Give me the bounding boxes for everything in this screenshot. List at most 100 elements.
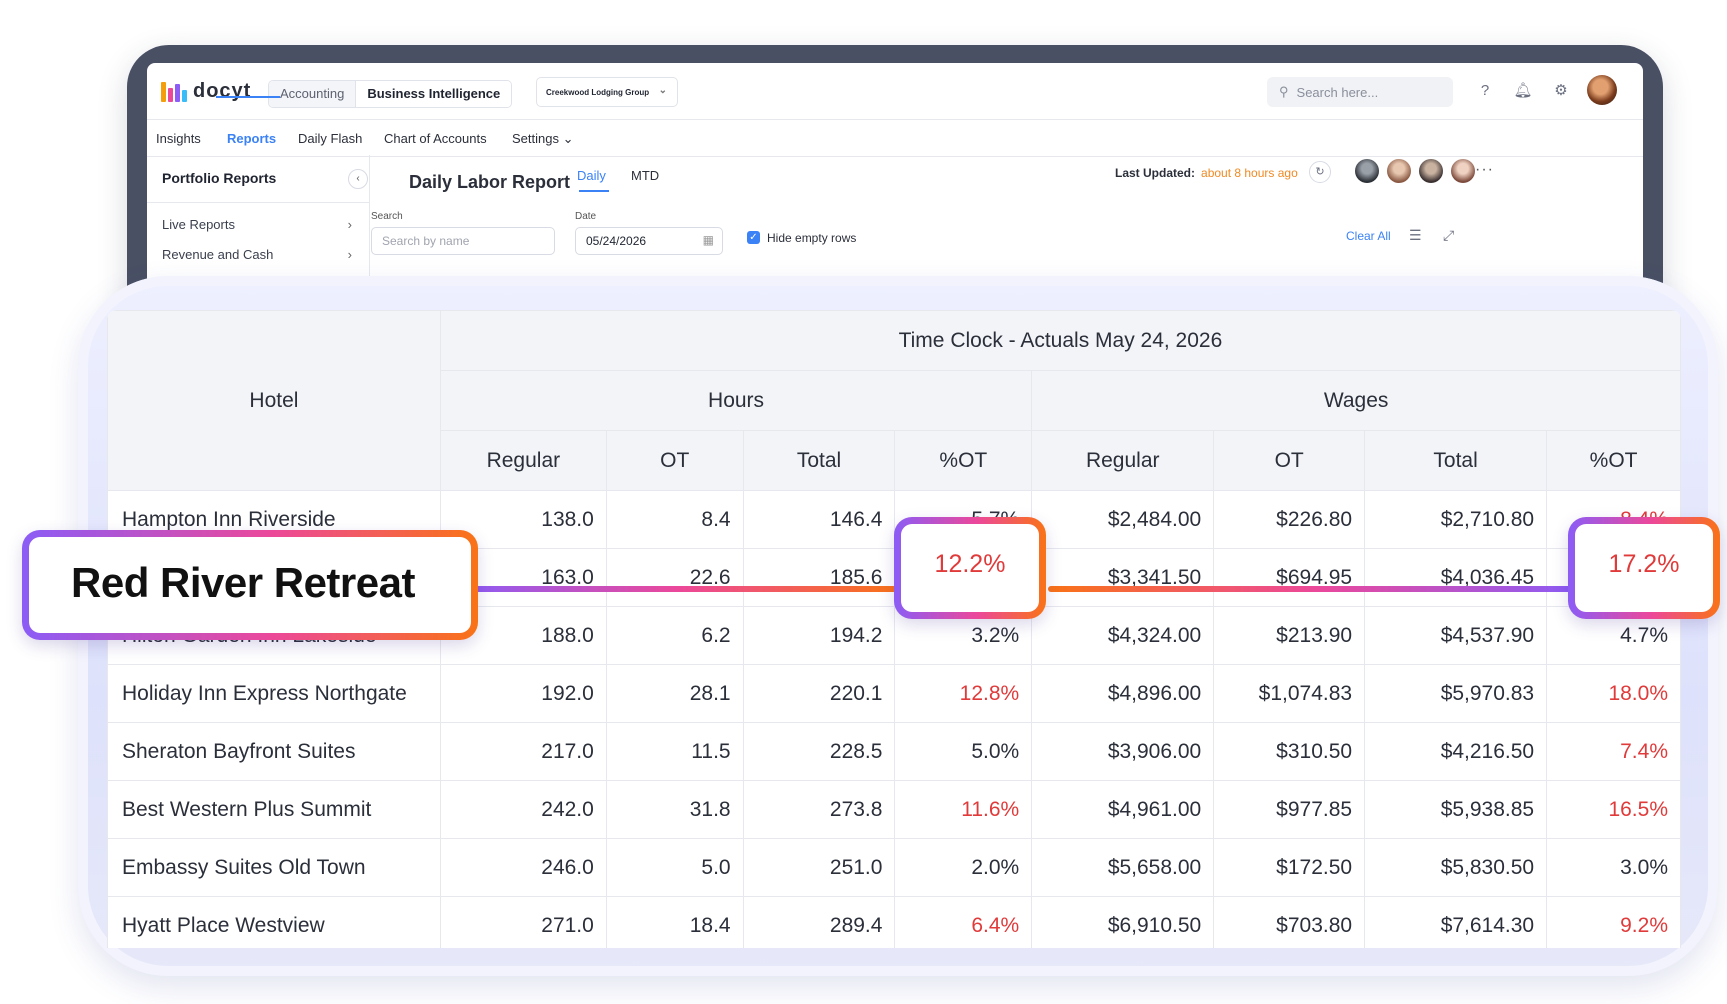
table-cell: 271.0 (439, 896, 607, 948)
table-cell: 289.4 (742, 896, 896, 948)
search-icon: ⚲ (1279, 84, 1289, 99)
table-cell: $4,537.90 (1364, 606, 1548, 665)
logo-mark-icon (161, 81, 187, 102)
table-cell: 194.2 (742, 606, 896, 665)
hours-pct-ot-header: %OT (894, 430, 1033, 491)
table-cell: 28.1 (605, 664, 744, 723)
sidebar-item-live-reports[interactable]: Live Reports › (162, 217, 352, 232)
table-cell: $3,341.50 (1031, 548, 1215, 607)
clear-all-link[interactable]: Clear All (1346, 229, 1391, 243)
table-cell: 18.4 (605, 896, 744, 948)
hotel-name-cell: Holiday Inn Express Northgate (107, 664, 441, 723)
table-cell: $4,896.00 (1031, 664, 1215, 723)
table-cell: 5.0 (605, 838, 744, 897)
last-updated-value: about 8 hours ago (1201, 166, 1298, 180)
global-search[interactable]: ⚲ Search here... (1267, 77, 1453, 107)
hotel-column-header: Hotel (107, 310, 441, 491)
highlighted-hotel-name: Red River Retreat (71, 559, 415, 606)
table-cell: $4,036.45 (1364, 548, 1548, 607)
table-cell: $694.95 (1213, 548, 1366, 607)
bell-icon[interactable]: 🔔︎ (1513, 81, 1533, 101)
table-cell: 3.0% (1546, 838, 1681, 897)
user-avatar[interactable] (1387, 159, 1411, 183)
wages-group-header: Wages (1031, 370, 1681, 431)
more-options-icon[interactable]: ··· (1475, 161, 1494, 179)
hide-empty-rows-label: Hide empty rows (767, 231, 857, 245)
last-updated-label: Last Updated: (1115, 166, 1196, 180)
table-cell: 242.0 (439, 780, 607, 839)
table-cell: 11.5 (605, 722, 744, 781)
filter-settings-icon[interactable]: ☰ (1409, 227, 1422, 244)
gear-icon[interactable]: ⚙ (1551, 81, 1571, 101)
user-avatar[interactable] (1587, 75, 1617, 105)
table-cell: $172.50 (1213, 838, 1366, 897)
module-business-intelligence[interactable]: Business Intelligence (355, 81, 512, 107)
table-cell: 146.4 (742, 490, 896, 549)
hotel-name-cell: Best Western Plus Summit (107, 780, 441, 839)
tab-reports[interactable]: Reports (227, 131, 276, 146)
table-cell: 6.2 (605, 606, 744, 665)
wages-ot-header: OT (1213, 430, 1366, 491)
tab-settings-label: Settings (512, 131, 559, 146)
table-cell: $310.50 (1213, 722, 1366, 781)
hours-ot-header: OT (605, 430, 744, 491)
tab-insights[interactable]: Insights (156, 131, 201, 146)
period-tab-daily[interactable]: Daily (577, 168, 606, 183)
user-avatar[interactable] (1419, 159, 1443, 183)
highlighted-hotel-callout: Red River Retreat (22, 530, 478, 640)
table-cell: $4,216.50 (1364, 722, 1548, 781)
hours-group-header: Hours (439, 370, 1033, 431)
table-row: Embassy Suites Old Town 246.0 5.0 251.0 2.0%… (107, 838, 1681, 897)
table-cell: $1,074.83 (1213, 664, 1366, 723)
expand-icon[interactable]: ⤢ (1443, 227, 1454, 244)
search-by-name-input[interactable]: Search by name (371, 227, 555, 255)
wages-pct-ot-header: %OT (1546, 430, 1681, 491)
hours-ot-callout: 12.2% (894, 517, 1046, 619)
table-cell: $3,906.00 (1031, 722, 1215, 781)
last-updated: Last Updated: about 8 hours ago (1115, 166, 1298, 180)
collapse-sidebar-icon[interactable]: ‹ (348, 169, 368, 189)
module-accounting[interactable]: Accounting (269, 81, 356, 107)
table-cell: 5.0% (894, 722, 1033, 781)
table-cell: 2.0% (894, 838, 1033, 897)
table-cell: $6,910.50 (1031, 896, 1215, 948)
tab-daily-flash[interactable]: Daily Flash (298, 131, 362, 146)
refresh-icon[interactable]: ↻ (1309, 161, 1331, 183)
help-icon[interactable]: ? (1475, 81, 1495, 101)
table-cell: 273.8 (742, 780, 896, 839)
sidebar-item-revenue-and-cash[interactable]: Revenue and Cash › (162, 247, 352, 262)
table-cell: $5,830.50 (1364, 838, 1548, 897)
hide-empty-rows-checkbox[interactable]: ✓ (747, 231, 760, 244)
table-cell: 8.4 (605, 490, 744, 549)
company-selector[interactable]: Creekwood Lodging Group ⌄ (536, 77, 678, 107)
wages-regular-header: Regular (1031, 430, 1215, 491)
table-cell: 6.4% (894, 896, 1033, 948)
table-row: Hyatt Place Westview 271.0 18.4 289.4 6.4% $6… (107, 896, 1681, 948)
user-avatar[interactable] (1451, 159, 1475, 183)
hotel-name-cell: Embassy Suites Old Town (107, 838, 441, 897)
company-name: Creekwood Lodging Group (546, 87, 650, 97)
period-tab-mtd[interactable]: MTD (631, 168, 659, 183)
main-tabs: Insights Reports Daily Flash Chart of Ac… (147, 120, 1643, 157)
date-input[interactable]: 05/24/2026 ▦ (575, 227, 723, 255)
chevron-right-icon: › (347, 247, 352, 262)
hours-ot-callout-value: 12.2% (934, 550, 1006, 578)
table-cell: $5,938.85 (1364, 780, 1548, 839)
table-cell: 18.0% (1546, 664, 1681, 723)
hours-regular-header: Regular (439, 430, 607, 491)
tab-chart-of-accounts[interactable]: Chart of Accounts (384, 131, 487, 146)
top-bar: docyt Accounting Business Intelligence C… (147, 63, 1643, 120)
wages-total-header: Total (1364, 430, 1548, 491)
table-cell: 228.5 (742, 722, 896, 781)
chevron-right-icon: › (347, 217, 352, 232)
table-cell: 7.4% (1546, 722, 1681, 781)
sidebar-title: Portfolio Reports (162, 170, 277, 186)
highlight-connector (460, 586, 900, 592)
table-cell: $7,614.30 (1364, 896, 1548, 948)
tab-settings[interactable]: Settings ⌄ (512, 131, 574, 147)
table-cell: 12.8% (894, 664, 1033, 723)
user-avatar[interactable] (1355, 159, 1379, 183)
logo-text: docyt (193, 80, 252, 102)
sidebar-item-label: Live Reports (162, 217, 235, 232)
sidebar-item-label: Revenue and Cash (162, 247, 274, 262)
